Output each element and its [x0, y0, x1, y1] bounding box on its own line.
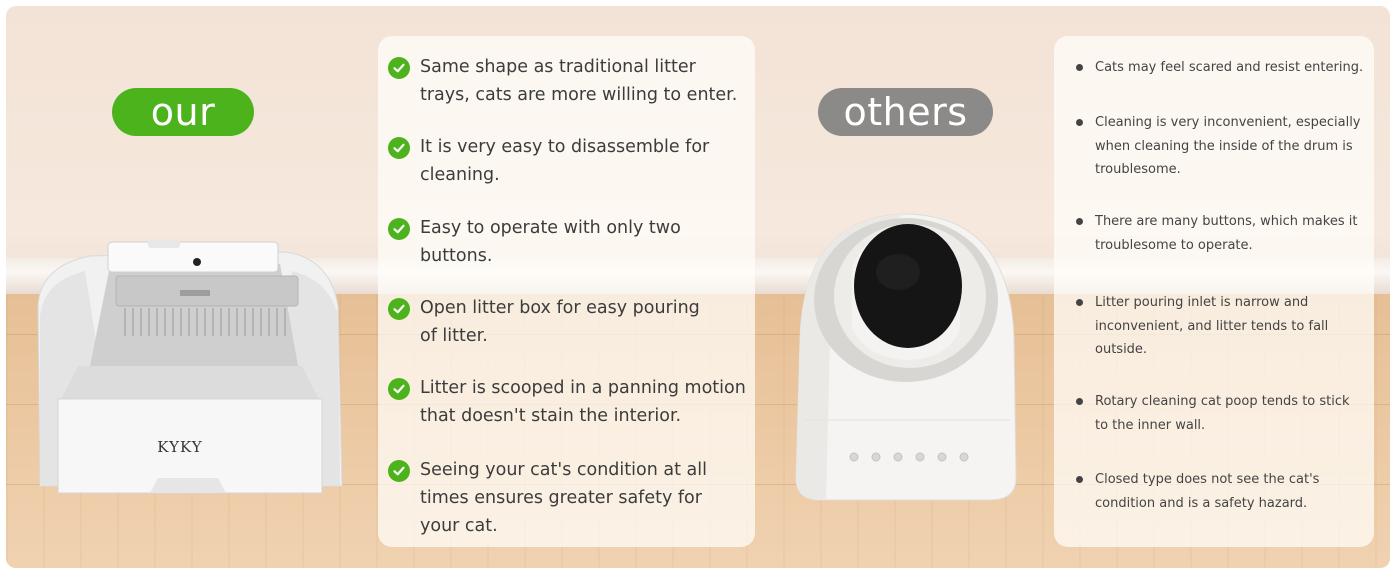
feature-text: Open litter box for easy pouring of litt…	[420, 298, 700, 346]
feature-text: It is very easy to disassemble for clean…	[420, 137, 710, 185]
feature-item: It is very easy to disassemble for clean…	[388, 133, 749, 189]
our-litter-box-drawing	[37, 240, 343, 494]
feature-text: Litter is scooped in a panning motion th…	[420, 378, 746, 426]
drawback-item: Litter pouring inlet is narrow and incon…	[1076, 291, 1368, 362]
check-circle-icon	[388, 137, 410, 159]
check-circle-icon	[388, 218, 410, 240]
check-circle-icon	[388, 460, 410, 482]
feature-item: Litter is scooped in a panning motion th…	[388, 374, 749, 430]
product-brand-label: KYKY	[157, 438, 203, 456]
check-circle-icon	[388, 298, 410, 320]
bullet-dot-icon	[1076, 119, 1083, 126]
others-label-pill: others	[818, 88, 993, 136]
bullet-dot-icon	[1076, 64, 1083, 71]
drawback-item: Rotary cleaning cat poop tends to stick …	[1076, 390, 1368, 437]
bullet-dot-icon	[1076, 476, 1083, 483]
drawback-item: There are many buttons, which makes it t…	[1076, 210, 1368, 257]
others-litter-box-drawing	[795, 213, 1017, 501]
drawback-text: Cleaning is very inconvenient, especiall…	[1095, 115, 1361, 177]
feature-item: Easy to operate with only two buttons.	[388, 214, 749, 270]
others-litter-box-image	[790, 208, 1022, 504]
our-litter-box-image: KYKY	[30, 236, 346, 498]
feature-item: Same shape as traditional litter trays, …	[388, 53, 749, 109]
bullet-dot-icon	[1076, 218, 1083, 225]
feature-text: Seeing your cat's condition at all times…	[420, 460, 707, 536]
drawback-item: Closed type does not see the cat's condi…	[1076, 468, 1368, 515]
drawback-text: Cats may feel scared and resist entering…	[1095, 60, 1364, 75]
feature-item: Seeing your cat's condition at all times…	[388, 456, 749, 540]
bullet-dot-icon	[1076, 299, 1083, 306]
feature-item: Open litter box for easy pouring of litt…	[388, 294, 749, 350]
drawback-item: Cleaning is very inconvenient, especiall…	[1076, 111, 1368, 182]
drawback-text: Litter pouring inlet is narrow and incon…	[1095, 295, 1329, 357]
bullet-dot-icon	[1076, 398, 1083, 405]
check-circle-icon	[388, 57, 410, 79]
drawback-text: There are many buttons, which makes it t…	[1095, 214, 1358, 253]
feature-text: Same shape as traditional litter trays, …	[420, 57, 738, 105]
feature-text: Easy to operate with only two buttons.	[420, 218, 681, 266]
our-features-panel: Same shape as traditional litter trays, …	[378, 36, 755, 547]
drawback-item: Cats may feel scared and resist entering…	[1076, 56, 1368, 80]
drawback-text: Closed type does not see the cat's condi…	[1095, 472, 1320, 511]
others-drawbacks-panel: Cats may feel scared and resist entering…	[1054, 36, 1374, 547]
check-circle-icon	[388, 378, 410, 400]
our-label-pill: our	[112, 88, 254, 136]
drawback-text: Rotary cleaning cat poop tends to stick …	[1095, 394, 1350, 433]
